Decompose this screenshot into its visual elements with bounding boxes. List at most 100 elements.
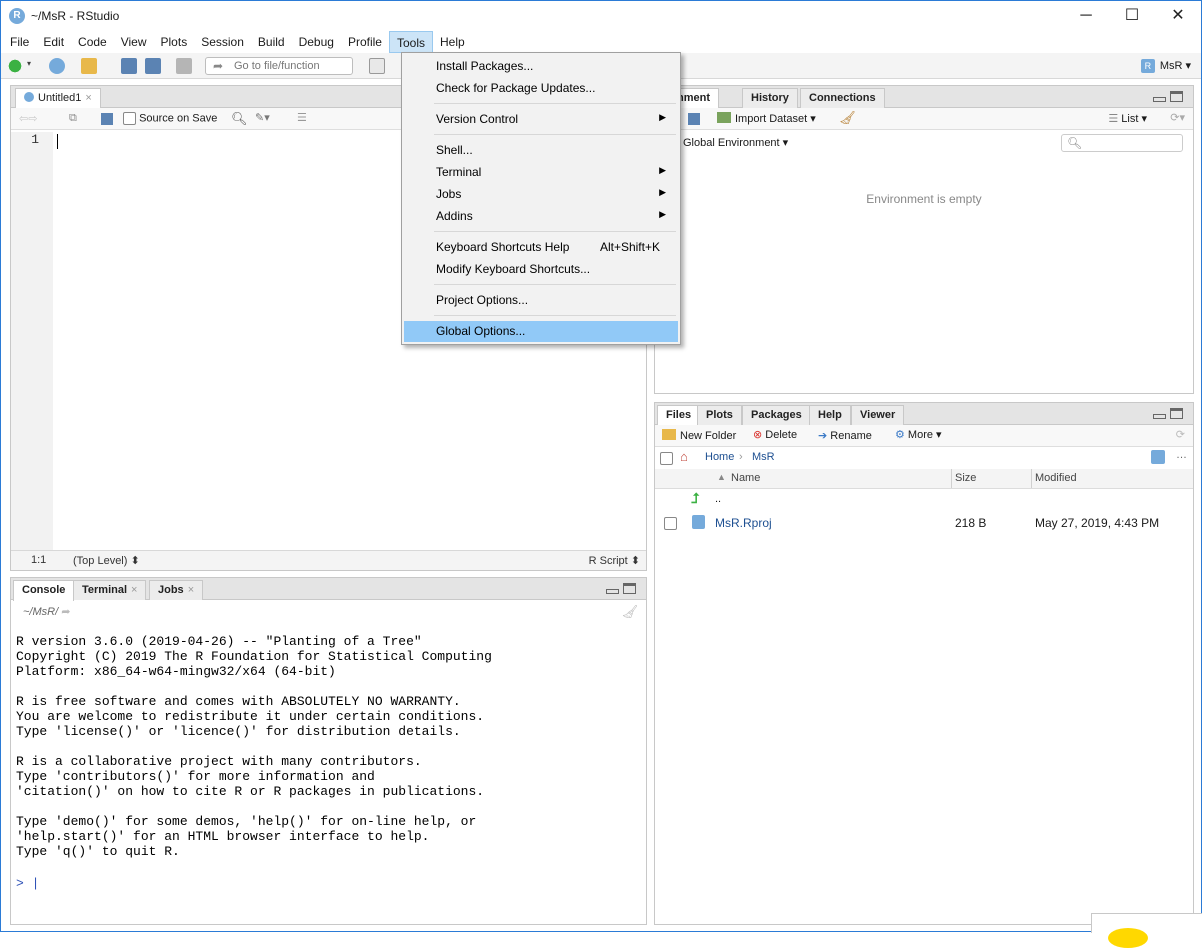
pane-minmax[interactable] [1153,91,1187,103]
minimize-pane-icon[interactable] [1153,414,1166,419]
close-icon[interactable]: × [131,584,137,596]
menu-build[interactable]: Build [251,31,292,53]
console-prompt[interactable]: > | [16,876,39,891]
menu-item-install-packages[interactable]: Install Packages... [404,56,678,77]
filetype-selector[interactable]: R Script ⬍ [589,554,640,567]
tab-viewer[interactable]: Viewer [851,405,905,425]
list-mode-selector[interactable]: ☰ List ▾ [1108,112,1147,125]
maximize-pane-icon[interactable] [623,583,636,594]
maximize-pane-icon[interactable] [1170,91,1183,102]
pane-minmax[interactable] [606,583,640,595]
minimize-button[interactable]: ─ [1063,1,1109,31]
goto-dir-icon[interactable]: ➦ [61,606,70,618]
menu-item-version-control[interactable]: Version Control ▶ [404,109,678,130]
menu-item-modify-shortcuts[interactable]: Modify Keyboard Shortcuts... [404,259,678,280]
menu-debug[interactable]: Debug [292,31,341,53]
show-in-window-icon[interactable]: ⧉ [69,112,77,125]
menu-profile[interactable]: Profile [341,31,389,53]
save-icon[interactable] [101,113,113,125]
menu-item-terminal[interactable]: Terminal ▶ [404,162,678,183]
tab-terminal[interactable]: Terminal × [73,580,147,600]
breadcrumb-msr[interactable]: MsR [752,451,775,463]
goto-file-input[interactable]: ➦ Go to file/function [205,57,353,75]
project-menu[interactable]: R MsR ▾ [1140,59,1191,74]
tab-jobs[interactable]: Jobs × [149,580,204,600]
delete-button[interactable]: ⊗ Delete [753,428,797,441]
menu-item-global-options[interactable]: Global Options... [404,321,678,342]
env-scope-selector[interactable]: Global Environment ▾ [683,136,788,149]
grid-layout-icon[interactable] [369,58,385,74]
print-icon[interactable] [176,58,192,74]
save-icon[interactable] [121,58,137,74]
new-file-icon[interactable] [7,58,23,74]
menu-code[interactable]: Code [71,31,114,53]
more-dots-icon[interactable]: … [1176,449,1187,461]
menu-view[interactable]: View [114,31,154,53]
broom-icon[interactable]: 🧹︎ [839,110,856,126]
minimize-pane-icon[interactable] [1153,97,1166,102]
more-button[interactable]: ⚙ More ▾ [895,428,942,441]
menu-file[interactable]: File [3,31,36,53]
tab-help[interactable]: Help [809,405,851,425]
menu-plots[interactable]: Plots [154,31,195,53]
refresh-icon[interactable]: ⟳ [1176,428,1185,441]
code-tools-icon[interactable]: ✎▾ [255,111,270,124]
col-divider [1031,469,1032,488]
tab-packages[interactable]: Packages [742,405,811,425]
close-icon[interactable]: × [85,92,91,104]
menu-item-project-options[interactable]: Project Options... [404,290,678,311]
rename-button[interactable]: ➔ Rename [818,429,872,442]
save-all-icon[interactable] [145,58,161,74]
maximize-pane-icon[interactable] [1170,408,1183,419]
col-name[interactable]: Name [731,472,760,484]
new-folder-button[interactable]: New Folder [662,429,736,442]
tab-connections[interactable]: Connections [800,88,885,108]
row-checkbox[interactable] [664,517,677,530]
menu-tools[interactable]: Tools [388,31,433,53]
save-workspace-icon[interactable] [688,113,700,125]
search-icon[interactable]: 🔍︎ [231,111,248,127]
col-size[interactable]: Size [955,472,976,484]
tab-files[interactable]: Files [657,405,701,426]
maximize-button[interactable]: ☐ [1109,1,1155,31]
minimize-pane-icon[interactable] [606,589,619,594]
tab-history[interactable]: History [742,88,798,108]
menu-item-keyboard-shortcuts-help[interactable]: Keyboard Shortcuts Help Alt+Shift+K [404,237,678,258]
file-name[interactable]: MsR.Rproj [715,516,772,530]
home-icon[interactable]: ⌂ [680,449,688,464]
nav-back-forward-icon[interactable]: ⇦⇨ [19,112,37,125]
table-row[interactable]: ⮥ .. [655,489,1193,511]
menu-item-jobs[interactable]: Jobs ▶ [404,184,678,205]
select-all-checkbox[interactable] [660,452,673,465]
tab-untitled1[interactable]: Untitled1 × [15,88,101,109]
import-dataset-button[interactable]: Import Dataset ▾ [717,112,816,125]
tab-console[interactable]: Console [13,580,75,601]
pane-minmax[interactable] [1153,408,1187,420]
breadcrumb-home[interactable]: Home [705,451,734,463]
close-button[interactable]: ✕ [1155,1,1201,31]
scope-selector[interactable]: (Top Level) ⬍ [73,554,140,567]
open-folder-icon[interactable] [81,58,97,74]
more-label: More [907,429,933,441]
env-search-input[interactable]: 🔍︎ [1061,134,1183,152]
menu-session[interactable]: Session [194,31,251,53]
menu-edit[interactable]: Edit [36,31,71,53]
project-dir-icon[interactable] [1151,450,1165,464]
chevron-down-icon[interactable]: ▾ [27,59,37,75]
close-icon[interactable]: × [188,584,194,596]
menu-item-addins[interactable]: Addins ▶ [404,206,678,227]
clear-console-icon[interactable]: 🧹︎ [621,604,638,620]
text-cursor[interactable] [57,134,58,149]
col-modified[interactable]: Modified [1035,472,1077,484]
file-name[interactable]: .. [715,493,721,505]
new-project-icon[interactable] [49,58,65,74]
menu-help[interactable]: Help [433,31,472,53]
menu-item-check-updates[interactable]: Check for Package Updates... [404,78,678,99]
source-on-save-checkbox[interactable] [123,112,136,125]
table-row[interactable]: MsR.Rproj 218 B May 27, 2019, 4:43 PM [655,513,1193,535]
outline-icon[interactable]: ☰ [297,111,307,124]
menu-item-shell[interactable]: Shell... [404,140,678,161]
tab-plots[interactable]: Plots [697,405,742,425]
refresh-icon[interactable]: ⟳▾ [1170,111,1185,124]
table-icon [717,112,731,123]
